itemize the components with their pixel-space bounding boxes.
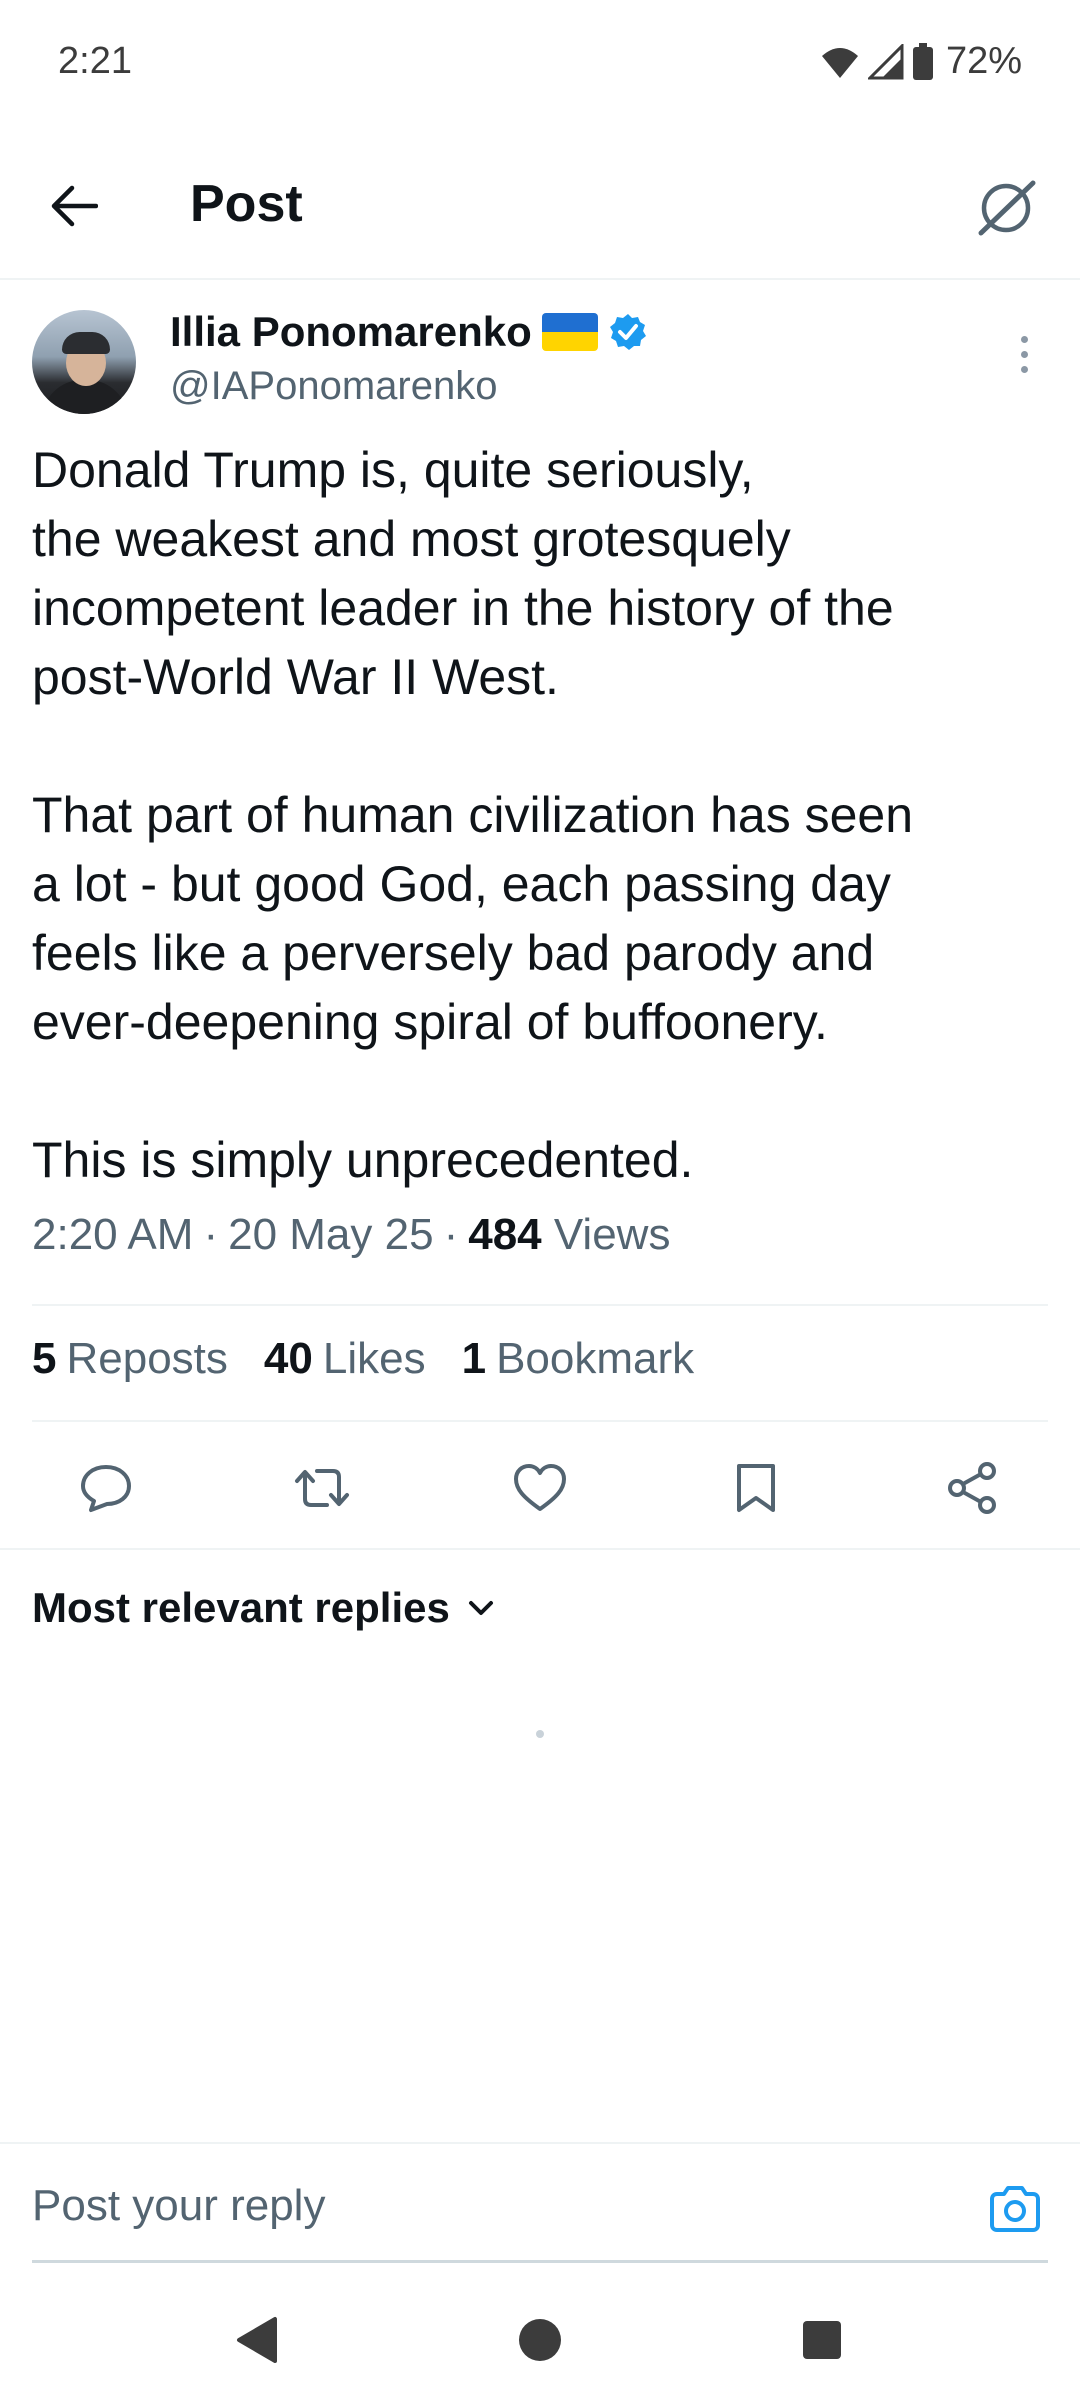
more-options-button[interactable] (1004, 324, 1044, 384)
avatar[interactable] (32, 310, 136, 414)
post-time: 2:20 AM (32, 1210, 194, 1259)
divider (32, 1304, 1048, 1306)
share-button[interactable] (942, 1458, 1002, 1518)
reposts-count: 5 (32, 1334, 57, 1383)
camera-button[interactable] (986, 2180, 1044, 2238)
post-line: feels like a perversely bad parody and (32, 925, 875, 981)
bookmark-button[interactable] (726, 1458, 786, 1518)
reply-icon (81, 1465, 131, 1512)
reply-input-underline (32, 2260, 1048, 2263)
replies-sort-label: Most relevant replies (32, 1584, 450, 1631)
cellular-signal-icon (867, 43, 904, 79)
post-line: a lot - but good God, each passing day (32, 856, 891, 912)
battery-percent: 72% (945, 40, 1022, 82)
views-label: Views (553, 1210, 671, 1259)
arrow-left-icon (51, 185, 98, 227)
camera-icon (990, 2186, 1040, 2232)
post-author: Illia Ponomarenko @IAPonomarenko (32, 306, 1048, 426)
grok-icon (978, 180, 1036, 236)
post-line: This is simply unprecedented. (32, 1132, 694, 1188)
triangle-back-icon (237, 2317, 277, 2363)
circle-home-icon (519, 2319, 561, 2361)
page-title: Post (190, 175, 303, 233)
more-vertical-icon (1020, 335, 1028, 343)
nav-home-button[interactable] (508, 2308, 572, 2372)
post-actions (0, 1420, 1080, 1550)
likes-stat[interactable]: 40 Likes (264, 1334, 426, 1384)
top-bar: Post (0, 140, 1080, 280)
reply-bar (0, 2142, 1080, 2263)
status-icons: 72% (820, 40, 1022, 83)
nav-back-button[interactable] (226, 2308, 290, 2372)
ukraine-flag-icon (541, 313, 598, 351)
bookmarks-label: Bookmark (496, 1334, 695, 1383)
likes-label: Likes (322, 1334, 426, 1383)
verified-badge-icon (609, 314, 646, 350)
author-name[interactable]: Illia Ponomarenko (170, 308, 532, 356)
post-line: post-World War II West. (32, 649, 559, 705)
status-time: 2:21 (58, 40, 132, 82)
like-button[interactable] (510, 1458, 570, 1518)
bookmarks-stat[interactable]: 1 Bookmark (462, 1334, 695, 1384)
reposts-stat[interactable]: 5 Reposts (32, 1334, 228, 1384)
repost-button[interactable] (292, 1458, 352, 1518)
battery-icon (912, 42, 933, 80)
replies-sort-dropdown[interactable]: Most relevant replies (32, 1584, 496, 1632)
back-button[interactable] (40, 172, 108, 240)
reposts-label: Reposts (66, 1334, 228, 1383)
post-date: 20 May 25 (228, 1210, 434, 1259)
post-line: That part of human civilization has seen (32, 787, 914, 843)
post-line: the weakest and most grotesquely (32, 511, 791, 567)
chevron-down-icon (468, 1601, 493, 1615)
status-bar: 2:21 72% (0, 0, 1080, 130)
square-recents-icon (803, 2321, 841, 2359)
wifi-icon (821, 47, 858, 78)
post-meta: 2:20 AM · 20 May 25 · 484 Views (32, 1210, 671, 1260)
author-handle[interactable]: @IAPonomarenko (170, 364, 497, 409)
reply-input[interactable] (32, 2174, 972, 2238)
post-line: incompetent leader in the history of the (32, 580, 894, 636)
post-views[interactable]: 484 Views (468, 1210, 670, 1260)
repost-icon (295, 1469, 349, 1507)
post-stats: 5 Reposts 40 Likes 1 Bookmark (32, 1334, 694, 1384)
grok-button[interactable] (968, 170, 1044, 246)
likes-count: 40 (263, 1334, 313, 1383)
loading-indicator (536, 1730, 544, 1738)
bookmarks-count: 1 (461, 1334, 487, 1383)
share-icon (948, 1462, 996, 1514)
nav-recents-button[interactable] (790, 2308, 854, 2372)
post-line: ever-deepening spiral of buffoonery. (32, 994, 828, 1050)
heart-icon (514, 1464, 566, 1511)
post-line: Donald Trump is, quite seriously, (32, 442, 754, 498)
reply-button[interactable] (76, 1458, 136, 1518)
views-count: 484 (468, 1210, 542, 1259)
system-navigation-bar (0, 2280, 1080, 2400)
bookmark-icon (737, 1464, 775, 1512)
author-name-row: Illia Ponomarenko (170, 308, 648, 356)
post-text: Donald Trump is, quite seriously, the we… (32, 436, 1048, 1195)
